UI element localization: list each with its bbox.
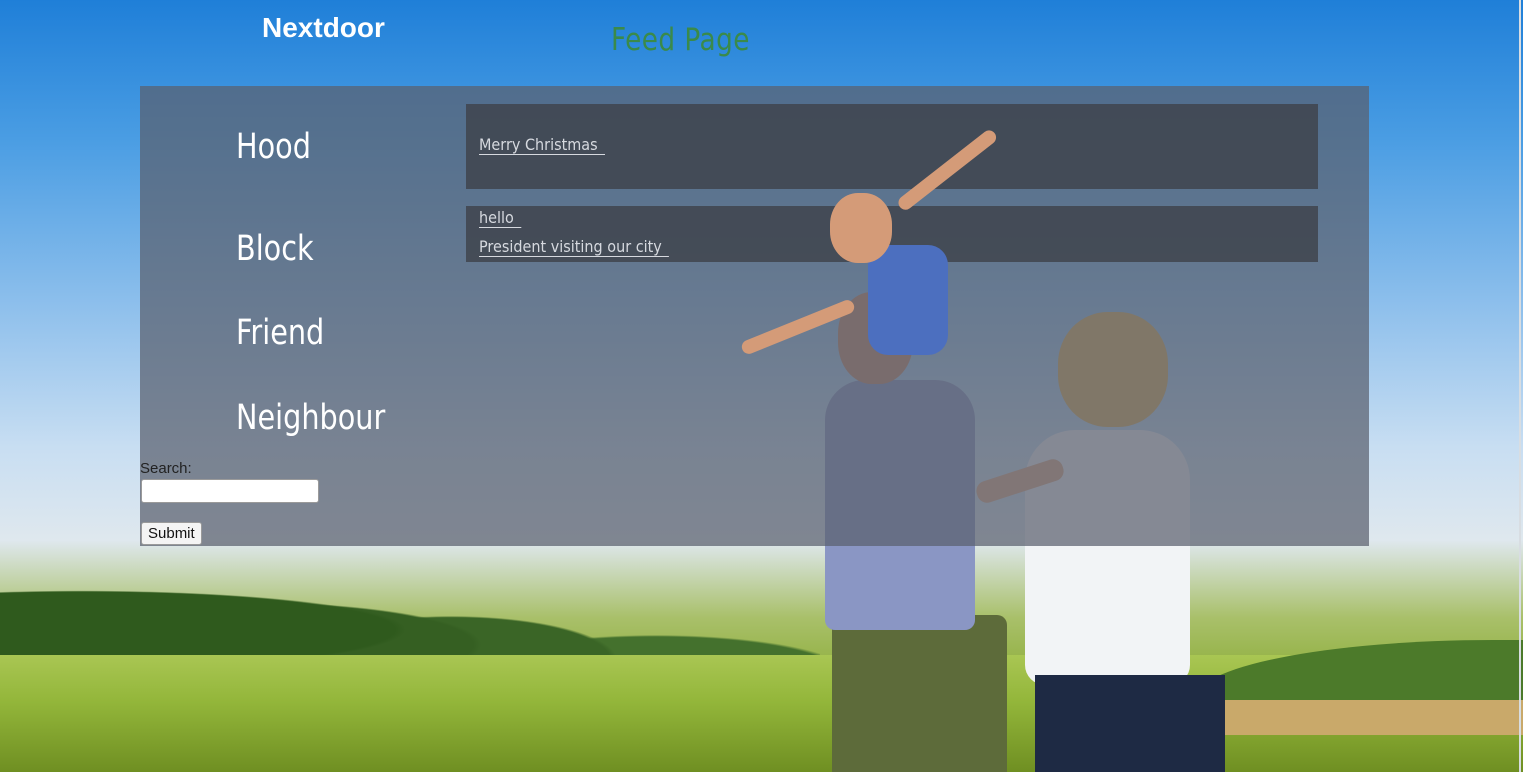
feed-post-link[interactable]: President visiting our city: [479, 237, 669, 257]
sidebar-item-block[interactable]: Block: [236, 229, 314, 269]
photo-child-body: [868, 245, 948, 355]
submit-button[interactable]: Submit: [141, 522, 202, 545]
background-wheat: [1203, 700, 1523, 735]
search-input[interactable]: [141, 479, 319, 503]
background-hill: [1193, 640, 1523, 700]
photo-woman-legs: [1035, 675, 1225, 772]
brand-logo: Nextdoor: [262, 12, 385, 43]
photo-child-head: [830, 193, 892, 263]
page-title: Feed Page: [611, 22, 750, 58]
feed-post-link[interactable]: hello: [479, 208, 522, 228]
photo-man-legs: [832, 615, 1007, 772]
sidebar-item-hood[interactable]: Hood: [236, 127, 311, 167]
feed-post-link[interactable]: Merry Christmas: [479, 135, 605, 155]
page-edge: [1519, 0, 1521, 772]
sidebar-item-friend[interactable]: Friend: [236, 313, 324, 353]
search-label: Search:: [140, 460, 192, 477]
sidebar-item-neighbour[interactable]: Neighbour: [236, 398, 385, 438]
